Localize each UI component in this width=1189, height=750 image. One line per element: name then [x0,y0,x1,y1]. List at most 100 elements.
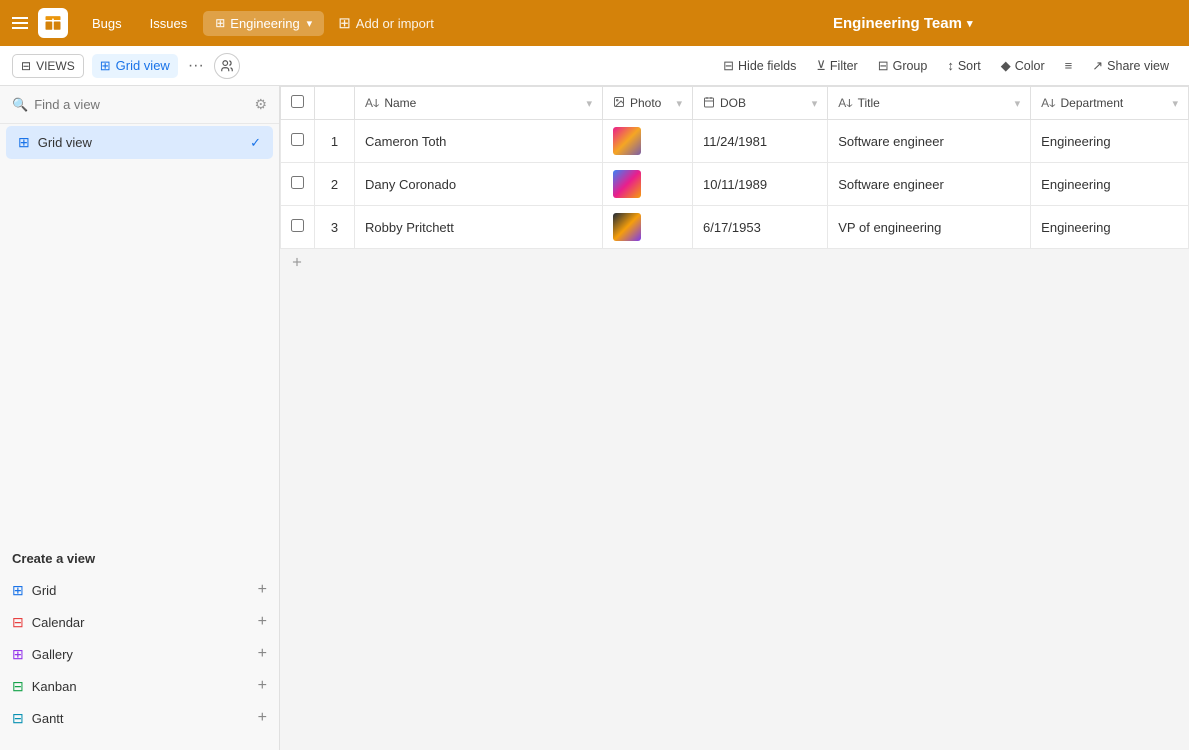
search-icon: 🔍 [12,97,28,113]
dept-col-icon: Aↆ [1041,96,1055,111]
sidebar: 🔍 ⚙ ⊞ Grid view ✓ Create a view ⊞ Grid +… [0,86,280,750]
hide-fields-button[interactable]: ⊟ Hide fields [715,53,804,79]
dob-col-chevron: ▾ [812,97,818,110]
plus-calendar-icon: + [258,613,267,631]
calendar-create-icon: ⊟ [12,614,24,631]
name-col-chevron: ▾ [586,97,592,110]
sort-icon: ↕ [947,58,954,73]
name-cell[interactable]: Cameron Toth [355,120,603,163]
photo-column-header[interactable]: Photo ▾ [603,87,693,120]
row-number: 2 [315,163,355,206]
row-height-button[interactable]: ≡ [1057,53,1081,78]
color-button[interactable]: ◆ Color [993,53,1053,79]
grid-create-icon: ⊞ [12,582,24,599]
department-column-header[interactable]: Aↆ Department ▾ [1031,87,1189,120]
create-gallery-button[interactable]: ⊞ Gallery + [0,638,279,670]
create-gantt-button[interactable]: ⊟ Gantt + [0,702,279,734]
dob-cell[interactable]: 11/24/1981 [693,120,828,163]
row-checkbox[interactable] [291,219,304,232]
grid-view-icon: ⊞ [18,134,30,151]
title-cell[interactable]: VP of engineering [828,206,1031,249]
photo-thumbnail [613,170,641,198]
hide-fields-icon: ⊟ [723,58,734,74]
table-header-row: Aↆ Name ▾ Photo ▾ [281,87,1189,120]
photo-col-chevron: ▾ [676,97,682,110]
filter-icon: ⊻ [816,58,826,74]
title-cell[interactable]: Software engineer [828,163,1031,206]
photo-cell[interactable] [603,206,693,249]
dob-cell[interactable]: 10/11/1989 [693,163,828,206]
checkbox-header[interactable] [281,87,315,120]
row-number: 1 [315,120,355,163]
photo-cell[interactable] [603,163,693,206]
plus-gallery-icon: + [258,645,267,663]
table-row[interactable]: 3 Robby Pritchett 6/17/1953 VP of engine… [281,206,1189,249]
tab-bugs[interactable]: Bugs [80,11,134,36]
sort-button[interactable]: ↕ Sort [939,53,988,78]
share-icon: ↗ [1092,58,1103,74]
title-cell[interactable]: Software engineer [828,120,1031,163]
title-column-header[interactable]: Aↆ Title ▾ [828,87,1031,120]
add-icon: ⊞ [338,14,351,32]
share-view-button[interactable]: ↗ Share view [1084,53,1177,79]
search-input[interactable] [34,97,248,112]
create-grid-button[interactable]: ⊞ Grid + [0,574,279,606]
row-checkbox-cell[interactable] [281,206,315,249]
photo-col-icon [613,96,625,111]
main-layout: 🔍 ⚙ ⊞ Grid view ✓ Create a view ⊞ Grid +… [0,86,1189,750]
row-checkbox-cell[interactable] [281,120,315,163]
department-cell[interactable]: Engineering [1031,163,1189,206]
group-button[interactable]: ⊟ Group [870,53,936,79]
top-bar: ▲ Bugs Issues ⊞ Engineering ▾ ⊞ Add or i… [0,0,1189,46]
dob-cell[interactable]: 6/17/1953 [693,206,828,249]
dob-column-header[interactable]: DOB ▾ [693,87,828,120]
kanban-create-icon: ⊟ [12,678,24,695]
tab-engineering[interactable]: ⊞ Engineering ▾ [203,11,324,36]
row-number: 3 [315,206,355,249]
views-button[interactable]: ⊟ VIEWS [12,54,84,78]
plus-kanban-icon: + [258,677,267,695]
collaborators-button[interactable] [214,53,240,79]
toolbar: ⊟ VIEWS ⊞ Grid view ··· ⊟ Hide fields ⊻ … [0,46,1189,86]
add-or-import-button[interactable]: ⊞ Add or import [328,9,444,37]
select-all-checkbox[interactable] [291,95,304,108]
gantt-create-icon: ⊟ [12,710,24,727]
color-icon: ◆ [1001,58,1011,74]
group-icon: ⊟ [878,58,889,74]
table-row[interactable]: 2 Dany Coronado 10/11/1989 Software engi… [281,163,1189,206]
name-cell[interactable]: Dany Coronado [355,163,603,206]
grid-view-button[interactable]: ⊞ Grid view [92,54,178,78]
photo-thumbnail [613,127,641,155]
engineering-tab-icon: ⊞ [215,16,225,30]
photo-cell[interactable] [603,120,693,163]
title-chevron[interactable]: ▾ [967,17,973,30]
page-title: Engineering Team ▾ [629,15,1178,32]
title-col-icon: Aↆ [838,96,852,111]
row-checkbox-cell[interactable] [281,163,315,206]
dob-col-icon [703,96,715,111]
empty-table-area [280,275,1189,675]
tab-issues[interactable]: Issues [138,11,200,36]
app-logo: ▲ [38,8,68,38]
views-icon: ⊟ [21,59,31,73]
create-kanban-button[interactable]: ⊟ Kanban + [0,670,279,702]
more-options-button[interactable]: ··· [182,53,210,79]
name-column-header[interactable]: Aↆ Name ▾ [355,87,603,120]
row-checkbox[interactable] [291,176,304,189]
table-row[interactable]: 1 Cameron Toth 11/24/1981 Software engin… [281,120,1189,163]
settings-icon[interactable]: ⚙ [254,96,267,113]
svg-text:▲: ▲ [50,17,55,23]
department-cell[interactable]: Engineering [1031,120,1189,163]
create-calendar-button[interactable]: ⊟ Calendar + [0,606,279,638]
name-cell[interactable]: Robby Pritchett [355,206,603,249]
top-tabs: Bugs Issues ⊞ Engineering ▾ ⊞ Add or imp… [80,9,629,37]
hamburger-menu-button[interactable] [12,17,28,29]
row-checkbox[interactable] [291,133,304,146]
sidebar-item-grid-view[interactable]: ⊞ Grid view ✓ [6,126,273,159]
add-row-button[interactable] [280,249,1189,275]
department-cell[interactable]: Engineering [1031,206,1189,249]
active-check-icon: ✓ [250,135,261,151]
row-height-icon: ≡ [1065,58,1073,73]
filter-button[interactable]: ⊻ Filter [808,53,865,79]
plus-gantt-icon: + [258,709,267,727]
